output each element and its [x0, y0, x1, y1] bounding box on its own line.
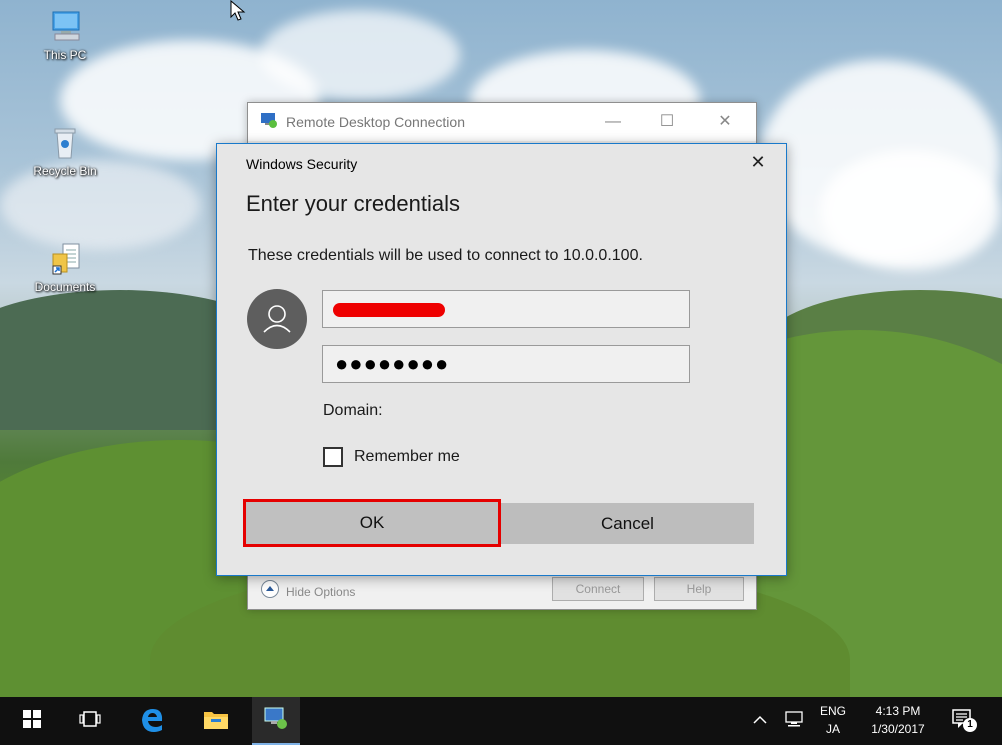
password-field[interactable]: ●●●●●●●● — [322, 345, 690, 383]
connect-button[interactable]: Connect — [552, 577, 644, 601]
file-explorer-icon — [203, 708, 229, 735]
user-avatar-icon — [247, 289, 307, 349]
help-button[interactable]: Help — [654, 577, 744, 601]
remember-me-checkbox[interactable] — [323, 447, 343, 467]
maximize-button[interactable]: ☐ — [648, 109, 686, 135]
action-center-button[interactable]: 1 — [944, 697, 984, 745]
clock-date: 1/30/2017 — [871, 722, 925, 736]
task-view-button[interactable] — [66, 697, 114, 745]
language-top: ENG — [819, 704, 846, 718]
password-value: ●●●●●●●● — [335, 351, 450, 376]
desktop-icon-label: This PC — [43, 48, 87, 62]
start-button[interactable] — [8, 697, 56, 745]
dialog-heading: Enter your credentials — [246, 191, 460, 216]
desktop-icon-label: Documents — [34, 280, 96, 294]
close-button[interactable]: ✕ — [706, 109, 744, 135]
chevron-up-icon — [260, 579, 280, 604]
desktop-icon-documents[interactable]: Documents — [25, 240, 105, 294]
clock-time: 4:13 PM — [875, 704, 921, 718]
remote-desktop-icon — [263, 706, 289, 735]
edge-button[interactable] — [128, 697, 176, 745]
language-indicator[interactable]: ENG JA — [814, 704, 852, 736]
remember-me-label: Remember me — [354, 448, 460, 465]
cancel-button[interactable]: Cancel — [501, 503, 754, 544]
dialog-description: These credentials will be used to connec… — [248, 247, 643, 264]
taskbar: ENG JA 4:13 PM 1/30/2017 1 — [0, 697, 1002, 745]
language-bottom: JA — [825, 722, 840, 736]
mouse-cursor-icon — [230, 0, 246, 27]
minimize-button[interactable]: — — [594, 109, 632, 135]
this-pc-icon — [47, 8, 83, 44]
remember-me-row[interactable]: Remember me — [323, 447, 460, 467]
notification-icon: 1 — [952, 709, 977, 733]
edge-icon — [139, 706, 165, 737]
start-icon — [23, 709, 41, 733]
username-field[interactable] — [322, 290, 690, 328]
network-icon — [783, 710, 805, 733]
desktop-icon-this-pc[interactable]: This PC — [25, 8, 105, 62]
cancel-button-label: Cancel — [601, 513, 654, 533]
rdc-title-bar[interactable]: Remote Desktop Connection — ☐ ✕ — [248, 103, 756, 141]
hide-options-button[interactable]: Hide Options — [260, 579, 355, 604]
task-view-icon — [79, 710, 101, 733]
file-explorer-button[interactable] — [192, 697, 240, 745]
ok-button[interactable]: OK — [243, 499, 501, 547]
dialog-close-button[interactable]: ✕ — [746, 150, 770, 174]
remote-desktop-taskbar-button[interactable] — [252, 697, 300, 745]
windows-security-dialog: Windows Security ✕ Enter your credential… — [216, 143, 787, 576]
documents-icon — [47, 240, 83, 276]
hide-options-label: Hide Options — [286, 584, 356, 599]
clock[interactable]: 4:13 PM 1/30/2017 — [860, 704, 936, 736]
network-button[interactable] — [776, 697, 812, 745]
domain-label: Domain: — [323, 402, 383, 419]
chevron-up-icon — [753, 712, 767, 730]
remote-desktop-icon — [260, 111, 278, 134]
notification-count: 1 — [963, 718, 977, 732]
dialog-header: Windows Security — [246, 156, 358, 172]
show-hidden-icons-button[interactable] — [746, 697, 774, 745]
ok-button-label: OK — [359, 513, 385, 532]
recycle-bin-icon — [47, 124, 83, 160]
rdc-title: Remote Desktop Connection — [286, 114, 465, 130]
redaction-mark — [333, 303, 445, 317]
desktop-icon-label: Recycle Bin — [33, 164, 97, 178]
desktop-icon-recycle-bin[interactable]: Recycle Bin — [25, 124, 105, 178]
